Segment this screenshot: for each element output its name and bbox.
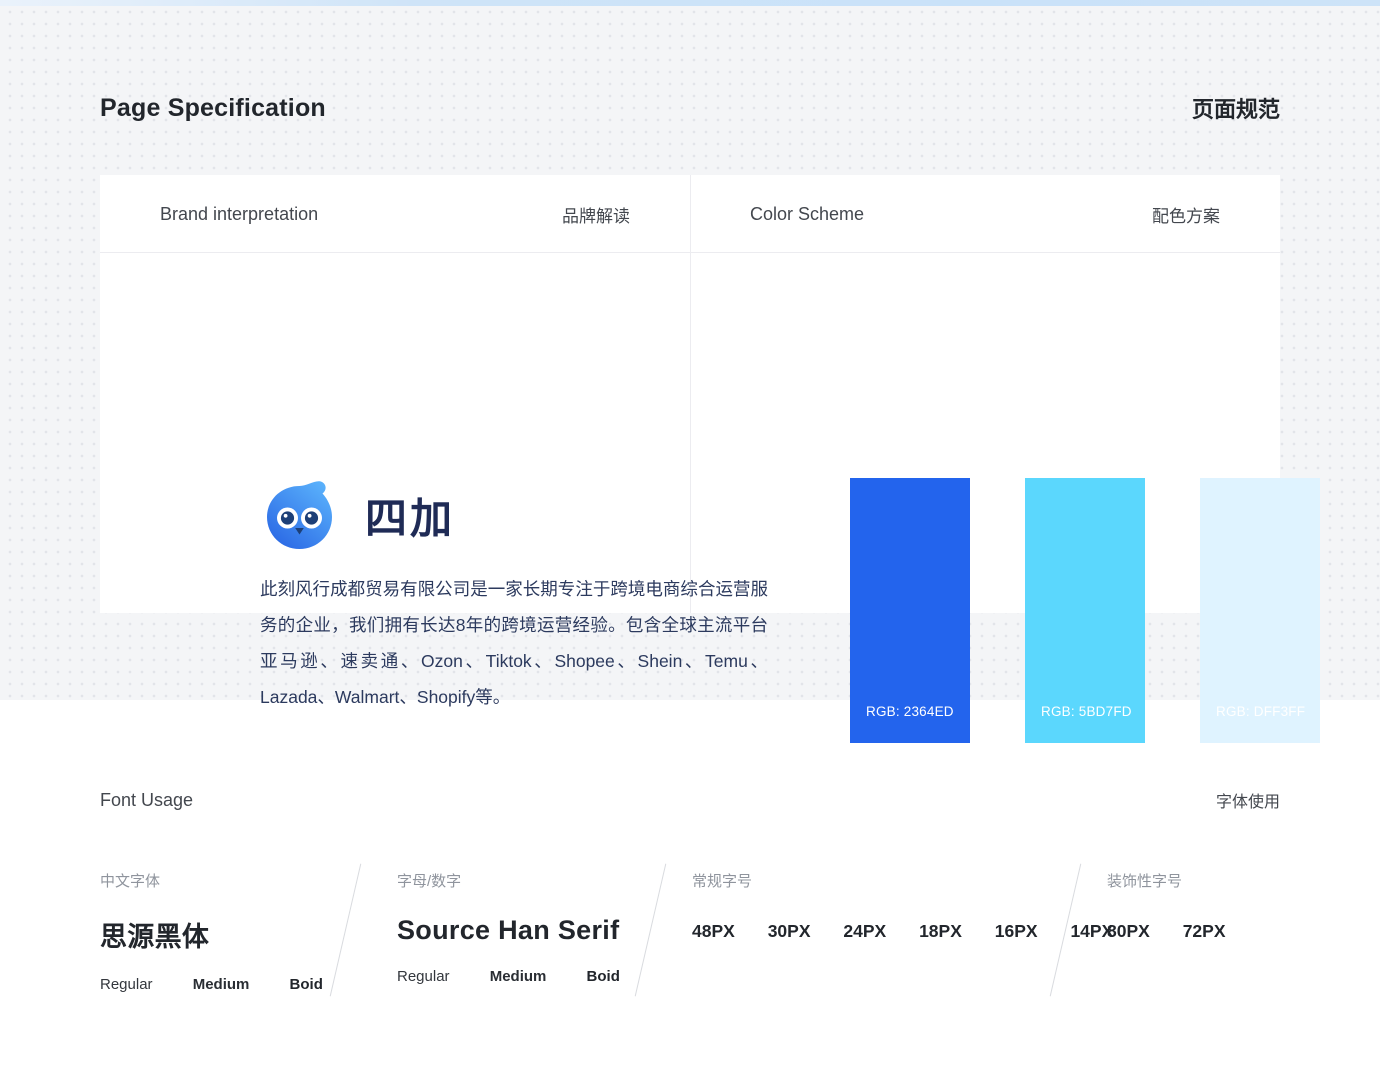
color-swatch-primary: RGB: 2364ED	[850, 478, 970, 743]
color-swatch-tertiary: RGB: DFF3FF	[1200, 478, 1320, 743]
brand-logo-row: 四加	[263, 478, 455, 552]
font-size-value: 80PX	[1107, 921, 1150, 941]
font-column-decorative-sizes: 装饰性字号 80PX 72PX	[1107, 870, 1226, 942]
color-swatch-label: RGB: 2364ED	[866, 704, 954, 719]
page-title-zh: 页面规范	[1192, 92, 1280, 124]
weight-regular: Regular	[100, 976, 153, 993]
brand-mascot-logo-icon	[263, 478, 337, 552]
font-size-value: 48PX	[692, 921, 735, 941]
brand-name: 四加	[365, 485, 455, 546]
font-size-value: 18PX	[919, 921, 962, 941]
weight-bold: Boid	[587, 968, 620, 985]
color-swatch-secondary: RGB: 5BD7FD	[1025, 478, 1145, 743]
weight-regular: Regular	[397, 968, 450, 985]
font-weight-list: Regular Medium Boid	[100, 976, 323, 993]
font-size-value: 72PX	[1183, 921, 1226, 941]
font-usage-heading: Font Usage 字体使用	[100, 788, 1280, 812]
brand-header-en: Brand interpretation	[160, 204, 318, 225]
page-specification-document: Page Specification 页面规范 Brand interpreta…	[0, 0, 1380, 1074]
color-section-header: Color Scheme 配色方案	[750, 175, 1220, 253]
column-label: 常规字号	[692, 870, 1113, 891]
font-size-value: 16PX	[995, 921, 1038, 941]
brand-description: 此刻风行成都贸易有限公司是一家长期专注于跨境电商综合运营服务的企业，我们拥有长达…	[260, 571, 768, 715]
column-divider	[635, 864, 667, 997]
weight-medium: Medium	[490, 968, 547, 985]
specification-card: Brand interpretation 品牌解读 Color Scheme 配…	[100, 175, 1280, 613]
brand-header-zh: 品牌解读	[562, 202, 630, 227]
page-heading: Page Specification 页面规范	[100, 92, 1280, 124]
column-label: 装饰性字号	[1107, 870, 1226, 891]
column-divider	[330, 864, 362, 997]
font-column-latin: 字母/数字 Source Han Serif Regular Medium Bo…	[397, 870, 620, 985]
weight-bold: Boid	[290, 976, 323, 993]
font-column-chinese: 中文字体 思源黑体 Regular Medium Boid	[100, 870, 323, 993]
color-swatch-label: RGB: 5BD7FD	[1041, 704, 1132, 719]
column-label: 字母/数字	[397, 870, 620, 891]
font-family-name: 思源黑体	[100, 915, 323, 954]
font-size-list: 48PX 30PX 24PX 18PX 16PX 14PX	[692, 921, 1113, 942]
brand-section-header: Brand interpretation 品牌解读	[160, 175, 630, 253]
page-title: Page Specification	[100, 94, 326, 123]
font-usage-title-zh: 字体使用	[1216, 788, 1280, 812]
color-header-zh: 配色方案	[1152, 202, 1220, 227]
font-size-value: 24PX	[843, 921, 886, 941]
weight-medium: Medium	[193, 976, 250, 993]
color-header-en: Color Scheme	[750, 204, 864, 225]
font-size-value: 30PX	[768, 921, 811, 941]
top-gradient-strip	[0, 0, 1380, 6]
font-column-regular-sizes: 常规字号 48PX 30PX 24PX 18PX 16PX 14PX	[692, 870, 1113, 942]
font-weight-list: Regular Medium Boid	[397, 968, 620, 985]
color-swatch-label: RGB: DFF3FF	[1216, 704, 1305, 719]
font-family-name: Source Han Serif	[397, 915, 620, 946]
font-usage-title: Font Usage	[100, 790, 193, 811]
column-label: 中文字体	[100, 870, 323, 891]
card-header-row: Brand interpretation 品牌解读 Color Scheme 配…	[100, 175, 1280, 253]
font-size-list: 80PX 72PX	[1107, 921, 1226, 942]
